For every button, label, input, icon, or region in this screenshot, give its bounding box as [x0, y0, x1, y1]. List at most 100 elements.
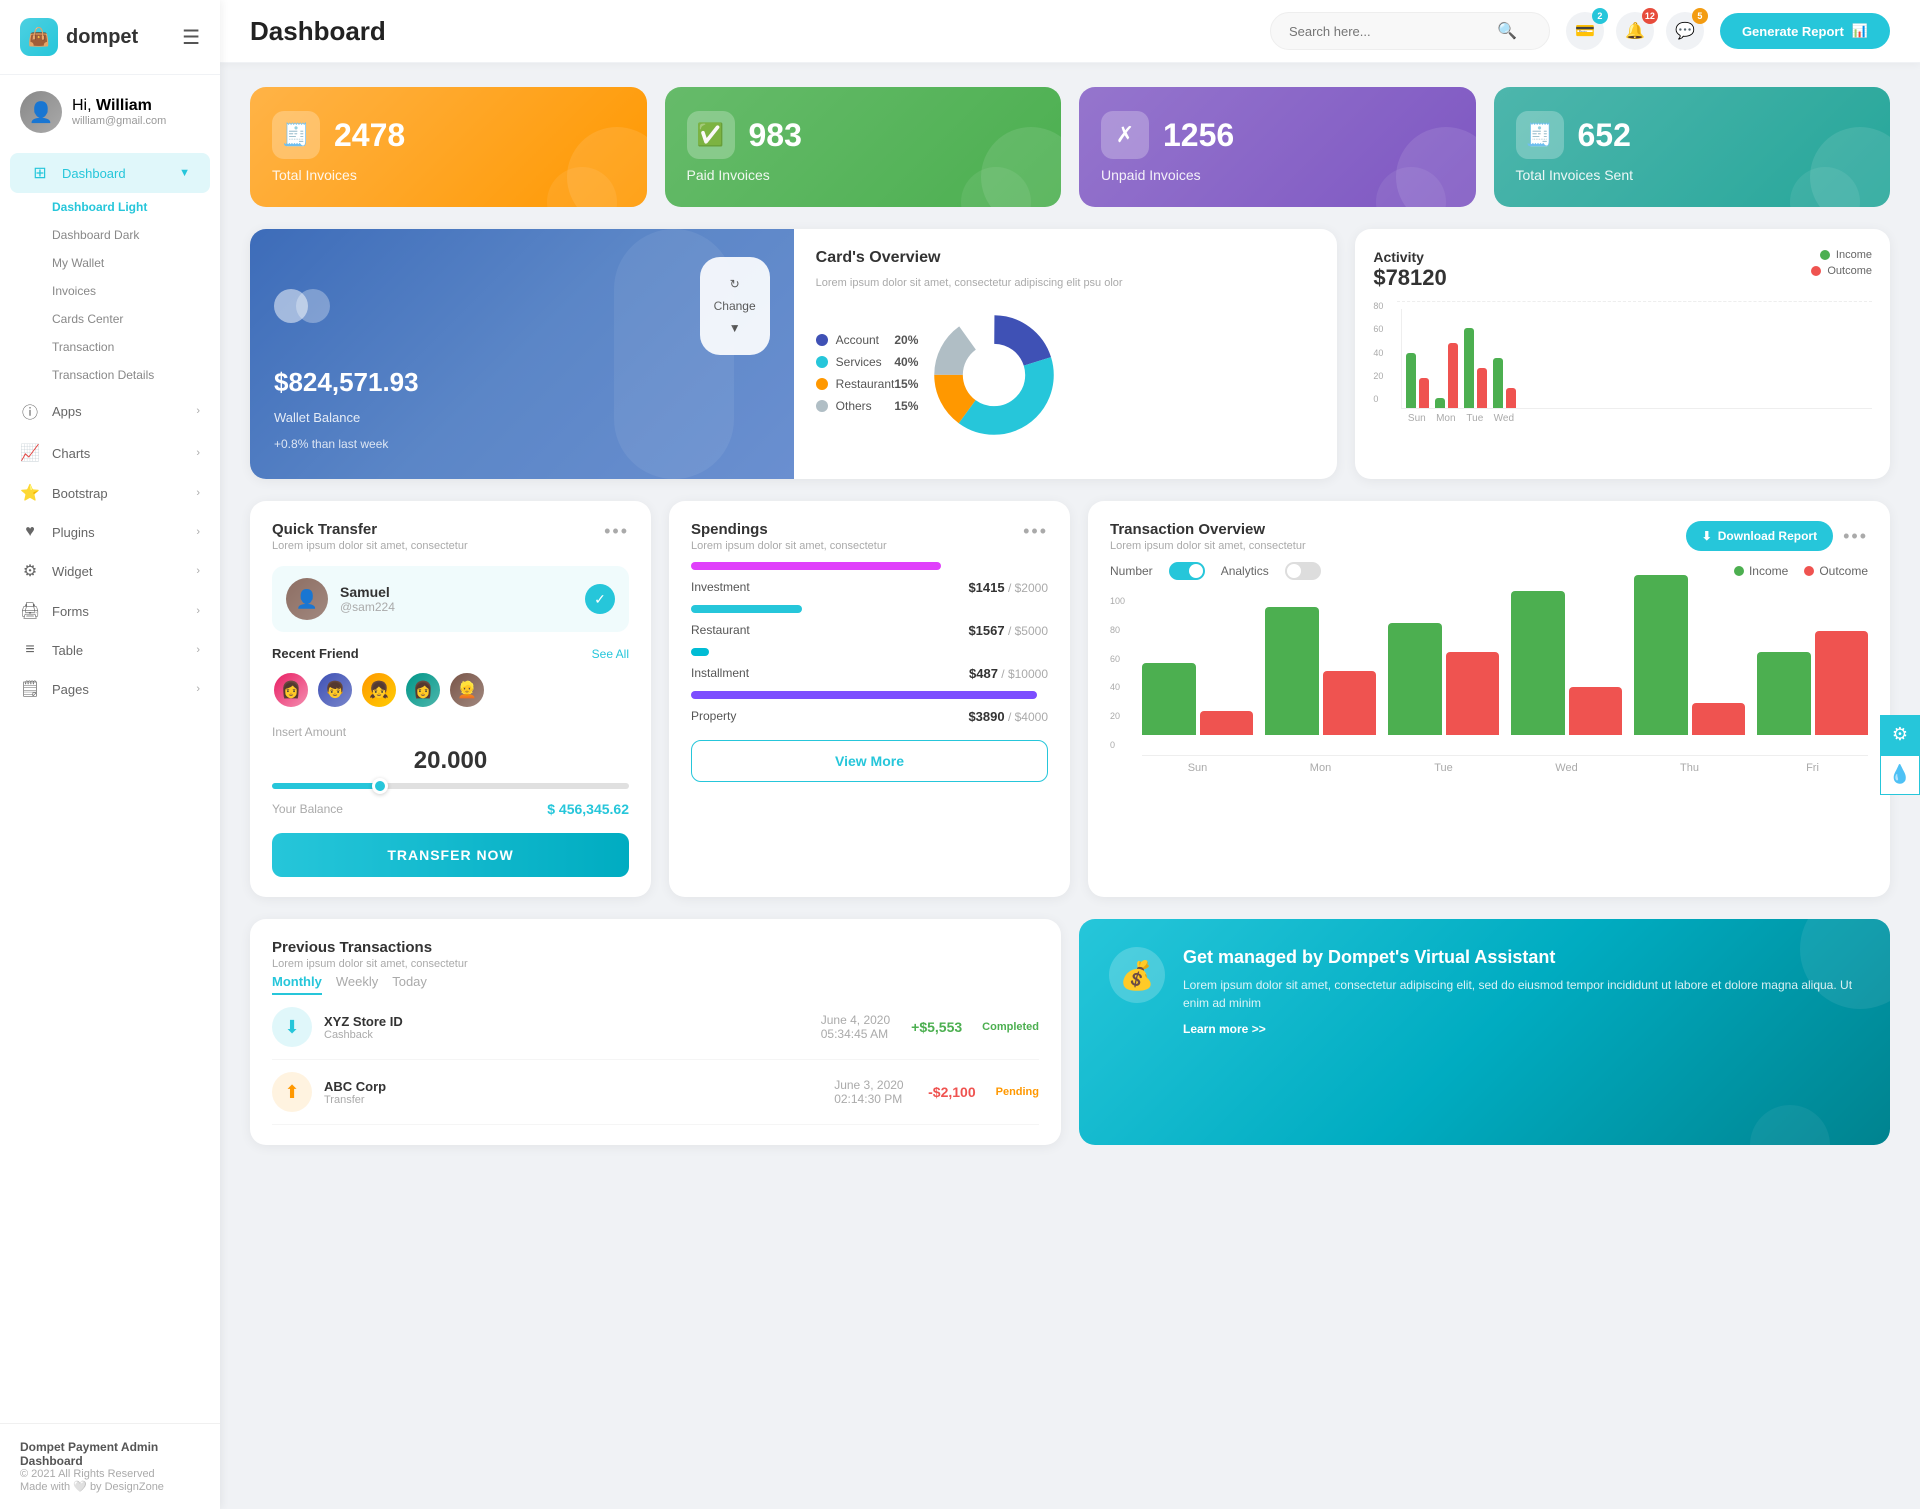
- number-toggle[interactable]: [1169, 562, 1205, 580]
- sidebar-item-dashboard-light[interactable]: Dashboard Light: [0, 193, 220, 221]
- insert-amount-label: Insert Amount: [272, 725, 629, 739]
- legend: Income Outcome: [1811, 249, 1872, 277]
- bar: [1511, 591, 1565, 735]
- search-input[interactable]: [1289, 24, 1489, 39]
- stat-card-paid-invoices: ✅ 983 Paid Invoices: [665, 87, 1062, 207]
- transaction-status: Pending: [996, 1086, 1039, 1098]
- transaction-overview-title: Transaction Overview: [1110, 521, 1306, 538]
- spending-item-property: Property $3890 / $4000: [691, 691, 1048, 724]
- plugins-icon: ♥: [20, 523, 40, 541]
- wallet-icon-btn[interactable]: 💳 2: [1566, 12, 1604, 50]
- sidebar-item-bootstrap[interactable]: ⭐ Bootstrap ›: [0, 473, 220, 513]
- avatar: 👤: [20, 91, 62, 133]
- sidebar-item-transaction[interactable]: Transaction: [0, 333, 220, 361]
- water-panel-button[interactable]: 💧: [1880, 755, 1920, 795]
- settings-panel-button[interactable]: ⚙: [1880, 715, 1920, 755]
- chevron-right-icon: ›: [196, 447, 200, 459]
- va-learn-more-link[interactable]: Learn more >>: [1183, 1022, 1860, 1036]
- sidebar-item-my-wallet[interactable]: My Wallet: [0, 249, 220, 277]
- bar: [1323, 671, 1377, 735]
- message-icon-btn[interactable]: 💬 5: [1666, 12, 1704, 50]
- tab-monthly[interactable]: Monthly: [272, 974, 322, 995]
- friend-avatar[interactable]: 👧: [360, 671, 398, 709]
- sidebar-item-invoices[interactable]: Invoices: [0, 277, 220, 305]
- message-badge: 5: [1692, 8, 1708, 24]
- download-report-button[interactable]: ⬇ Download Report: [1686, 521, 1833, 551]
- bottom-row: Quick Transfer Lorem ipsum dolor sit ame…: [250, 501, 1890, 897]
- chart-legend: Income Outcome: [1734, 564, 1868, 578]
- droplet-icon: 💧: [1889, 764, 1911, 785]
- sidebar-item-label: Dashboard: [62, 166, 126, 181]
- view-more-button[interactable]: View More: [691, 740, 1048, 782]
- analytics-toggle[interactable]: [1285, 562, 1321, 580]
- check-icon: ✓: [585, 584, 615, 614]
- your-balance-label: Your Balance: [272, 802, 343, 816]
- spendings-desc: Lorem ipsum dolor sit amet, consectetur: [691, 540, 887, 552]
- wallet-growth: +0.8% than last week: [274, 437, 770, 451]
- user-details: Hi, William william@gmail.com: [72, 97, 166, 127]
- bar-labels: Sun Mon Tue Wed: [1401, 413, 1872, 424]
- sidebar-item-apps[interactable]: ⓘ Apps ›: [0, 389, 220, 433]
- activity-amount: $78120: [1373, 265, 1446, 291]
- sidebar-item-widget[interactable]: ⚙ Widget ›: [0, 551, 220, 591]
- bar: [1406, 353, 1416, 408]
- sidebar-item-dashboard[interactable]: ⊞ Dashboard ▼: [10, 153, 210, 193]
- income-legend: Income: [1820, 249, 1872, 261]
- search-box[interactable]: 🔍: [1270, 12, 1550, 50]
- right-panel: ⚙ 💧: [1880, 715, 1920, 795]
- invoice-icon: 🧾: [272, 111, 320, 159]
- sidebar-item-table[interactable]: ≡ Table ›: [0, 631, 220, 669]
- transfer-now-button[interactable]: TRANSFER NOW: [272, 833, 629, 877]
- tab-today[interactable]: Today: [392, 974, 427, 995]
- sidebar-item-charts[interactable]: 📈 Charts ›: [0, 433, 220, 473]
- overview-items: Account 20% Services 40% Restaurant 15%: [816, 333, 919, 413]
- sidebar-item-forms[interactable]: 🖨 Forms ›: [0, 591, 220, 631]
- overview-right: Card's Overview Lorem ipsum dolor sit am…: [794, 229, 1338, 479]
- user-greeting: Hi, William: [72, 97, 166, 115]
- hamburger-menu[interactable]: ☰: [182, 25, 200, 50]
- overview-item: Account 20%: [816, 333, 919, 347]
- amount-slider[interactable]: [272, 783, 629, 789]
- transfer-user-name: Samuel: [340, 584, 395, 600]
- sidebar-item-plugins[interactable]: ♥ Plugins ›: [0, 513, 220, 551]
- footer-credit: Made with 🤍 by DesignZone: [20, 1480, 200, 1493]
- transaction-amount: +$5,553: [902, 1019, 962, 1035]
- generate-report-button[interactable]: Generate Report 📊: [1720, 13, 1890, 49]
- pages-icon: 🗒: [20, 679, 40, 699]
- friend-avatar[interactable]: 👦: [316, 671, 354, 709]
- transfer-user-avatar: 👤: [286, 578, 328, 620]
- stat-number: 983: [749, 117, 802, 154]
- see-more-link[interactable]: See All: [592, 647, 629, 661]
- sidebar-item-pages[interactable]: 🗒 Pages ›: [0, 669, 220, 709]
- sidebar-item-label: Pages: [52, 682, 89, 697]
- friend-avatar[interactable]: 👱: [448, 671, 486, 709]
- transfer-amount: 20.000: [272, 747, 629, 775]
- bar: [1200, 711, 1254, 735]
- sidebar-item-transaction-details[interactable]: Transaction Details: [0, 361, 220, 389]
- virtual-assistant-banner: 💰 Get managed by Dompet's Virtual Assist…: [1079, 919, 1890, 1145]
- transaction-bar-chart: [1142, 596, 1868, 756]
- spending-item-installment: Installment $487 / $10000: [691, 648, 1048, 681]
- logo-text: dompet: [66, 26, 138, 49]
- stats-row: 🧾 2478 Total Invoices ✅ 983 Paid Invoice…: [250, 87, 1890, 207]
- friend-avatar[interactable]: 👩: [404, 671, 442, 709]
- sidebar-item-label: Table: [52, 643, 83, 658]
- logo-icon: 👜: [20, 18, 58, 56]
- bar: [1142, 663, 1196, 735]
- more-options-icon[interactable]: •••: [1843, 526, 1868, 547]
- bar: [1419, 378, 1429, 408]
- overview-item: Others 15%: [816, 399, 919, 413]
- sidebar-item-cards-center[interactable]: Cards Center: [0, 305, 220, 333]
- transaction-row: ⬇ XYZ Store ID Cashback June 4, 2020 05:…: [272, 995, 1039, 1060]
- tab-weekly[interactable]: Weekly: [336, 974, 378, 995]
- bar-chart-icon: 📊: [1852, 23, 1868, 39]
- chevron-down-icon: ▼: [179, 167, 190, 179]
- sidebar-item-label: Widget: [52, 564, 92, 579]
- more-options-icon[interactable]: •••: [1023, 521, 1048, 542]
- sidebar-item-dashboard-dark[interactable]: Dashboard Dark: [0, 221, 220, 249]
- friend-avatar[interactable]: 👩: [272, 671, 310, 709]
- notification-icon-btn[interactable]: 🔔 12: [1616, 12, 1654, 50]
- more-options-icon[interactable]: •••: [604, 521, 629, 542]
- spending-item-investment: Investment $1415 / $2000: [691, 562, 1048, 595]
- x-axis-labels: Sun Mon Tue Wed Thu Fri: [1142, 762, 1868, 774]
